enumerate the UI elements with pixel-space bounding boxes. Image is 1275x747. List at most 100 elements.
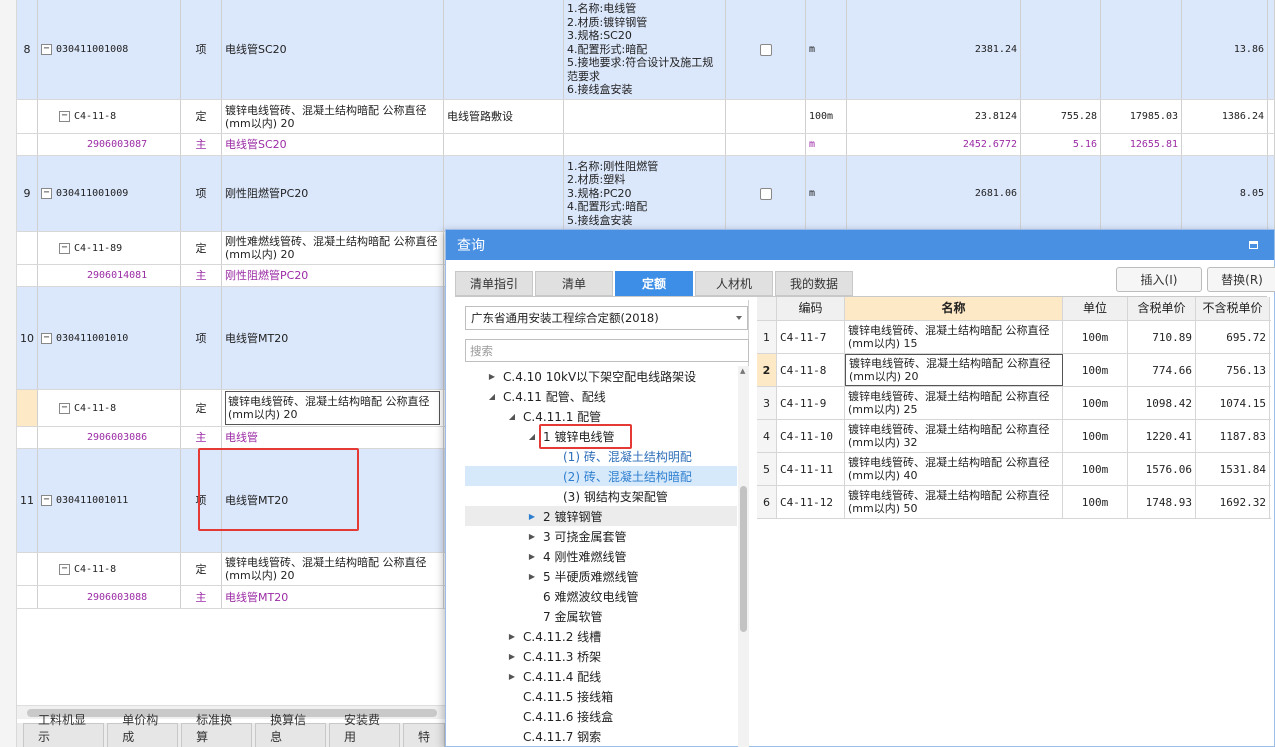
header-code[interactable]: 编码 (777, 297, 845, 320)
table-row[interactable]: 5 C4-11-11 镀锌电线管砖、混凝土结构暗配 公称直径(mm以内) 40 … (757, 453, 1271, 486)
tab-install-fee[interactable]: 安装费用 (329, 713, 400, 747)
row-code[interactable]: C4-11-8 (777, 354, 845, 386)
quota-name-editing[interactable]: 镀锌电线管砖、混凝土结构暗配 公称直径(mm以内) 20 (225, 391, 440, 425)
checkbox[interactable] (759, 187, 772, 200)
table-row[interactable]: 4 C4-11-10 镀锌电线管砖、混凝土结构暗配 公称直径(mm以内) 32 … (757, 420, 1271, 453)
row-name[interactable]: 镀锌电线管砖、混凝土结构暗配 公称直径(mm以内) 40 (845, 453, 1063, 485)
item-desc[interactable] (444, 156, 564, 231)
tree-node[interactable]: ▶ C.4.10 10kV以下架空配电线路架设 (465, 366, 737, 386)
collapse-icon[interactable]: − (41, 188, 52, 199)
tree-node[interactable]: ◢ C.4.11.1 配管 (465, 406, 737, 426)
table-row[interactable]: 3 C4-11-9 镀锌电线管砖、混凝土结构暗配 公称直径(mm以内) 25 1… (757, 387, 1271, 420)
expand-icon[interactable]: ▶ (527, 552, 537, 561)
row-price-without-tax[interactable]: 1074.15 (1196, 387, 1270, 419)
quota-code[interactable]: − C4-11-8 (38, 553, 181, 585)
item-name[interactable]: 刚性阻燃管PC20 (222, 156, 444, 231)
quota-row[interactable]: − C4-11-8 定 镀锌电线管砖、混凝土结构暗配 公称直径(mm以内) 20 … (17, 100, 1275, 134)
list-row-9[interactable]: 9 −030411001009 项 刚性阻燃管PC20 1.名称:刚性阻燃管 2… (17, 156, 1275, 232)
search-input[interactable]: 搜索 (465, 339, 749, 362)
tab-unit-price[interactable]: 单价构成 (107, 713, 179, 747)
tree-node[interactable]: C.4.11.5 接线箱 (465, 686, 737, 706)
expand-icon[interactable]: ▶ (507, 672, 517, 681)
tree-node[interactable]: ▶ 5 半硬质难燃线管 (465, 566, 737, 586)
material-name[interactable]: 电线管MT20 (222, 586, 444, 608)
material-quantity[interactable]: 2452.6772 (847, 134, 1021, 155)
tab-my-data[interactable]: 我的数据 (775, 271, 853, 296)
row-name[interactable]: 镀锌电线管砖、混凝土结构暗配 公称直径(mm以内) 20 (845, 354, 1063, 386)
collapse-icon[interactable]: ◢ (487, 392, 497, 401)
material-name[interactable]: 电线管 (222, 427, 444, 448)
header-price-with-tax[interactable]: 含税单价 (1128, 297, 1196, 320)
item-features[interactable]: 1.名称:刚性阻燃管 2.材质:塑料 3.规格:PC20 4.配置形式:暗配 5… (564, 156, 726, 231)
tree-node-selected[interactable]: (2) 砖、混凝土结构暗配 (465, 466, 737, 486)
quota-desc[interactable]: 电线管路敷设 (444, 100, 564, 133)
header-price-without-tax[interactable]: 不含税单价 (1196, 297, 1270, 320)
row-unit[interactable]: 100m (1063, 354, 1128, 386)
expand-icon[interactable]: ▶ (507, 652, 517, 661)
tab-feature[interactable]: 特 (403, 723, 446, 747)
row-name[interactable]: 镀锌电线管砖、混凝土结构暗配 公称直径(mm以内) 50 (845, 486, 1063, 518)
checkbox[interactable] (759, 43, 772, 56)
material-name[interactable]: 刚性阻燃管PC20 (222, 265, 444, 286)
quota-name[interactable]: 镀锌电线管砖、混凝土结构暗配 公称直径(mm以内) 20 (222, 100, 444, 133)
row-price-without-tax[interactable]: 1187.83 (1196, 420, 1270, 452)
row-price-without-tax[interactable]: 756.13 (1196, 354, 1270, 386)
material-code[interactable]: 2906003087 (38, 134, 181, 155)
tab-labor-material-machine[interactable]: 人材机 (695, 271, 773, 296)
row-name[interactable]: 镀锌电线管砖、混凝土结构暗配 公称直径(mm以内) 25 (845, 387, 1063, 419)
tab-list-guide[interactable]: 清单指引 (455, 271, 533, 296)
tree-node[interactable]: ▶ 2 镀锌钢管 (465, 506, 737, 526)
quota-code[interactable]: − C4-11-8 (38, 390, 181, 426)
collapse-icon[interactable]: − (41, 44, 52, 55)
quota-unit[interactable]: 100m (806, 100, 847, 133)
row-price-with-tax[interactable]: 1098.42 (1128, 387, 1196, 419)
row-price-without-tax[interactable]: 1531.84 (1196, 453, 1270, 485)
item-code[interactable]: −030411001011 (38, 449, 181, 552)
scroll-up-icon[interactable]: ▲ (740, 367, 745, 375)
tab-labor-material[interactable]: 工料机显示 (23, 713, 105, 747)
quota-quantity[interactable]: 23.8124 (847, 100, 1021, 133)
item-code[interactable]: −030411001008 (38, 0, 181, 99)
table-row[interactable]: 6 C4-11-12 镀锌电线管砖、混凝土结构暗配 公称直径(mm以内) 50 … (757, 486, 1271, 519)
collapse-icon[interactable]: − (59, 402, 70, 414)
quota-code[interactable]: − C4-11-89 (38, 232, 181, 264)
row-code[interactable]: C4-11-12 (777, 486, 845, 518)
quota-library-select[interactable]: 广东省通用安装工程综合定额(2018) (465, 306, 748, 330)
tab-conversion-info[interactable]: 换算信息 (255, 713, 327, 747)
quota-name[interactable]: 镀锌电线管砖、混凝土结构暗配 公称直径(mm以内) 20 (222, 553, 444, 585)
row-price-with-tax[interactable]: 710.89 (1128, 321, 1196, 353)
tree-node[interactable]: ▶ 4 刚性难燃线管 (465, 546, 737, 566)
item-unit[interactable]: m (806, 156, 847, 231)
insert-button[interactable]: 插入(I) (1116, 267, 1202, 292)
tab-quota[interactable]: 定额 (615, 271, 693, 296)
quota-name[interactable]: 刚性难燃线管砖、混凝土结构暗配 公称直径(mm以内) 20 (222, 232, 444, 264)
item-checkbox-cell[interactable] (726, 156, 806, 231)
item-unit[interactable]: m (806, 0, 847, 99)
tree-node[interactable]: 7 金属软管 (465, 606, 737, 626)
item-features[interactable]: 1.名称:电线管 2.材质:镀锌钢管 3.规格:SC20 4.配置形式:暗配 5… (564, 0, 726, 99)
row-code[interactable]: C4-11-11 (777, 453, 845, 485)
header-unit[interactable]: 单位 (1063, 297, 1128, 320)
material-name[interactable]: 电线管SC20 (222, 134, 444, 155)
row-name[interactable]: 镀锌电线管砖、混凝土结构暗配 公称直径(mm以内) 15 (845, 321, 1063, 353)
material-unit[interactable]: m (806, 134, 847, 155)
tree-node[interactable]: C.4.11.6 接线盒 (465, 706, 737, 726)
expand-icon[interactable]: ▶ (527, 572, 537, 581)
tree-node[interactable]: ▶ 3 可挠金属套管 (465, 526, 737, 546)
expand-icon[interactable]: ▶ (527, 512, 537, 521)
expand-icon[interactable]: ▶ (487, 372, 497, 381)
tree-node[interactable]: ▶ C.4.11.4 配线 (465, 666, 737, 686)
item-name[interactable]: 电线管SC20 (222, 0, 444, 99)
header-name[interactable]: 名称 (845, 297, 1063, 320)
replace-button[interactable]: 替换(R) (1207, 267, 1275, 292)
row-unit[interactable]: 100m (1063, 486, 1128, 518)
row-price-with-tax[interactable]: 1576.06 (1128, 453, 1196, 485)
scrollbar-thumb[interactable] (740, 486, 747, 632)
item-quantity[interactable]: 2681.06 (847, 156, 1021, 231)
table-row-selected[interactable]: 2 C4-11-8 镀锌电线管砖、混凝土结构暗配 公称直径(mm以内) 20 1… (757, 354, 1271, 387)
item-quantity[interactable]: 2381.24 (847, 0, 1021, 99)
tree-node[interactable]: (1) 砖、混凝土结构明配 (465, 446, 737, 466)
dialog-titlebar[interactable]: 查询 (446, 230, 1274, 260)
tab-list[interactable]: 清单 (535, 271, 613, 296)
collapse-icon[interactable]: ◢ (527, 432, 537, 441)
